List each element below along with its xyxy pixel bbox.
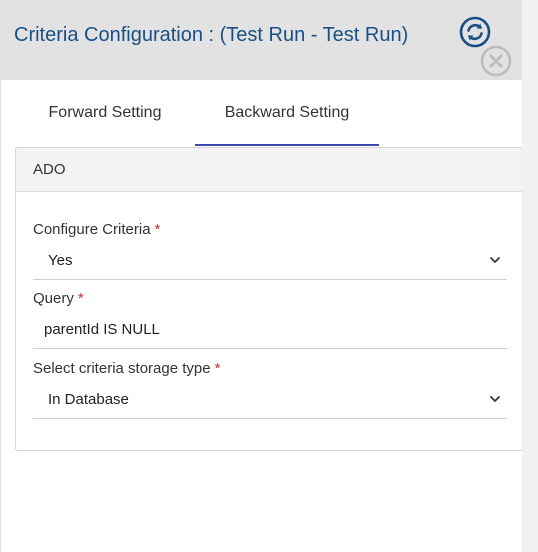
- chevron-down-icon: [490, 257, 500, 263]
- field-label: Select criteria storage type *: [33, 359, 507, 379]
- configure-criteria-label: Configure Criteria: [33, 221, 151, 238]
- criteria-card: ADO Configure Criteria * Yes Query * paren…: [15, 147, 524, 451]
- query-input[interactable]: parentId IS NULL: [33, 316, 507, 349]
- query-value: parentId IS NULL: [44, 321, 160, 338]
- storage-type-field: Select criteria storage type * In Databas…: [33, 359, 507, 419]
- panel-title: Criteria Configuration : (Test Run - Tes…: [14, 24, 409, 46]
- tab-forward-setting[interactable]: Forward Setting: [27, 80, 183, 146]
- storage-type-value: In Database: [48, 391, 129, 408]
- tab-backward-setting[interactable]: Backward Setting: [195, 80, 379, 146]
- field-label: Configure Criteria *: [33, 220, 507, 240]
- panel-header: Criteria Configuration : (Test Run - Tes…: [1, 0, 523, 80]
- configure-criteria-field: Configure Criteria * Yes: [33, 220, 507, 280]
- required-marker: *: [214, 360, 221, 377]
- close-button[interactable]: [479, 44, 513, 78]
- query-label: Query: [33, 290, 74, 307]
- card-header-ado: ADO: [16, 148, 523, 192]
- right-gutter: [522, 0, 538, 552]
- section-title: ADO: [33, 161, 66, 178]
- configure-criteria-select[interactable]: Yes: [33, 247, 507, 280]
- required-marker: *: [154, 221, 161, 238]
- chevron-down-icon: [490, 396, 500, 402]
- field-label: Query *: [33, 289, 507, 309]
- close-icon: [480, 45, 512, 77]
- query-field: Query * parentId IS NULL: [33, 289, 507, 349]
- configure-criteria-value: Yes: [48, 252, 73, 269]
- storage-type-label: Select criteria storage type: [33, 360, 211, 377]
- storage-type-select[interactable]: In Database: [33, 386, 507, 419]
- criteria-config-panel: Criteria Configuration : (Test Run - Tes…: [0, 0, 524, 552]
- settings-tabs: Forward Setting Backward Setting: [1, 80, 523, 146]
- required-marker: *: [77, 290, 84, 307]
